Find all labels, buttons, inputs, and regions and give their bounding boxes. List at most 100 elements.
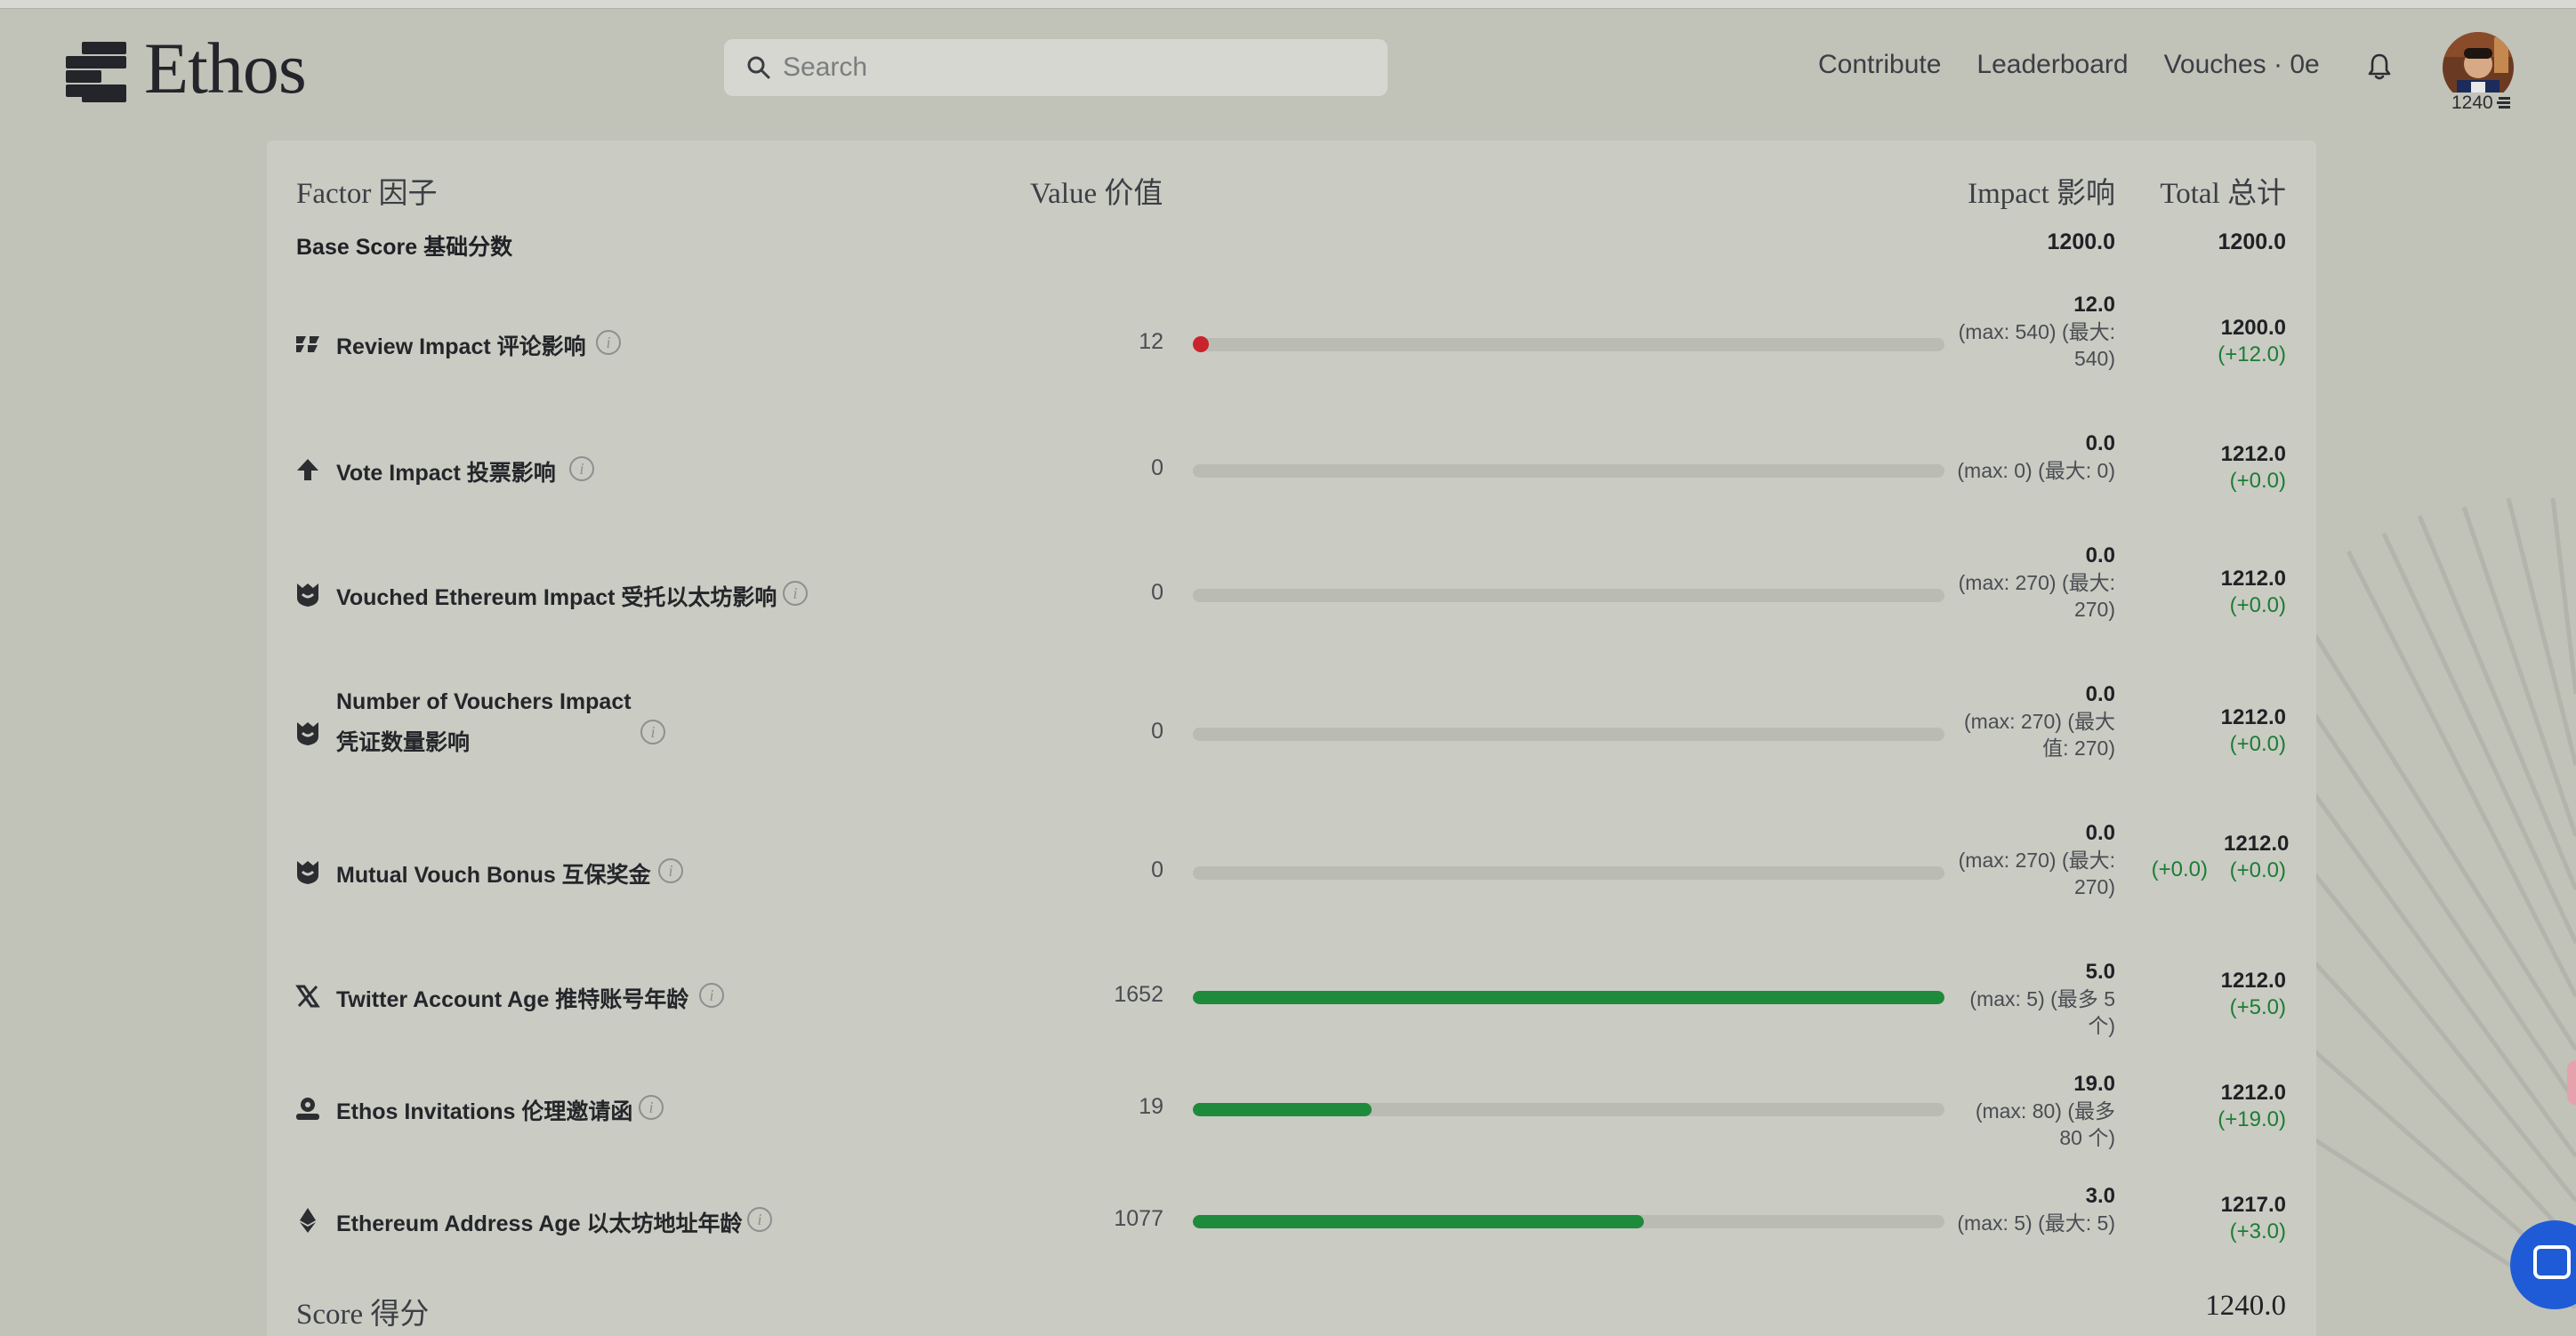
base-score-total: 1200.0 bbox=[2218, 229, 2286, 254]
total-value: 1212.0 bbox=[2220, 969, 2286, 993]
total-value: 1212.0 bbox=[2220, 567, 2286, 591]
x-twitter-icon bbox=[295, 985, 320, 1008]
total-delta: (+5.0) bbox=[2229, 995, 2286, 1019]
total-delta: (+12.0) bbox=[2218, 342, 2286, 366]
ethos-logo-icon bbox=[66, 36, 126, 102]
total-cell: 1212.0 (+5.0) bbox=[2153, 968, 2286, 1021]
ethos-logo[interactable]: Ethos bbox=[66, 32, 307, 105]
header-factor: Factor 因子 bbox=[296, 178, 438, 210]
search-bar[interactable] bbox=[724, 39, 1388, 96]
total-delta: (+0.0) bbox=[2229, 593, 2286, 617]
progress-dot bbox=[1193, 336, 1209, 352]
impact-value: 5.0 bbox=[2085, 960, 2115, 984]
factor-value: 1652 bbox=[1114, 982, 1163, 1007]
score-label: Score 得分 bbox=[296, 1299, 430, 1331]
header-impact: Impact 影响 bbox=[1968, 178, 2115, 210]
total-cell: 1200.0 (+12.0) bbox=[2153, 315, 2286, 368]
impact-cell: 5.0 (max: 5) (最多 5 个) bbox=[1955, 959, 2115, 1039]
impact-note: (max: 5) (最大: 5) bbox=[1957, 1211, 2115, 1235]
total-cell: 1212.0 (+0.0) bbox=[2153, 566, 2286, 619]
vouch-icon bbox=[297, 722, 318, 745]
progress-fill bbox=[1193, 1103, 1372, 1116]
total-delta: (+0.0) bbox=[2229, 469, 2286, 493]
info-icon[interactable]: i bbox=[640, 720, 665, 744]
total-value: 1212.0 bbox=[2220, 705, 2286, 729]
impact-note: (max: 540) (最大: 540) bbox=[1958, 320, 2115, 370]
impact-note: (max: 270) (最大: 270) bbox=[1958, 849, 2115, 898]
info-icon[interactable]: i bbox=[639, 1095, 664, 1120]
factor-label: Vouched Ethereum Impact 受托以太坊影响 bbox=[336, 585, 777, 610]
window-top-edge bbox=[0, 0, 2576, 9]
factor-value: 0 bbox=[1151, 857, 1163, 882]
impact-note: (max: 270) (最大值: 270) bbox=[1964, 710, 2115, 760]
factor-label: Ethos Invitations 伦理邀请函 bbox=[336, 1099, 633, 1124]
factor-value: 0 bbox=[1151, 580, 1163, 605]
total-delta: (+19.0) bbox=[2218, 1107, 2286, 1131]
factor-value: 1077 bbox=[1114, 1206, 1163, 1231]
ethereum-icon bbox=[300, 1208, 316, 1233]
total-cell: 1212.0 (+0.0) bbox=[2224, 831, 2290, 884]
progress-fill bbox=[1193, 991, 1944, 1004]
impact-value: 0.0 bbox=[2085, 821, 2115, 845]
vouch-icon bbox=[297, 583, 318, 607]
progress-track bbox=[1193, 338, 1944, 351]
impact-value: 0.0 bbox=[2085, 543, 2115, 567]
factor-value: 12 bbox=[1139, 329, 1163, 354]
progress-track bbox=[1193, 866, 1944, 880]
header-total: Total 总计 bbox=[2160, 178, 2286, 210]
factor-value: 0 bbox=[1151, 719, 1163, 744]
total-value: 1212.0 bbox=[2224, 832, 2290, 856]
nav-vouches[interactable]: Vouches · 0e bbox=[2164, 50, 2320, 80]
impact-cell: 0.0 (max: 270) (最大值: 270) bbox=[1955, 681, 2115, 761]
total-cell: 1212.0 (+0.0) bbox=[2153, 441, 2286, 495]
impact-value: 12.0 bbox=[2073, 293, 2115, 317]
progress-track bbox=[1193, 1103, 1944, 1116]
impact-value: 3.0 bbox=[2085, 1184, 2115, 1208]
base-score-label: Base Score 基础分数 bbox=[296, 235, 513, 260]
impact-cell: 19.0 (max: 80) (最多 80 个) bbox=[1955, 1071, 2115, 1151]
impact-value: 0.0 bbox=[2085, 682, 2115, 706]
total-cell: 1212.0 (+0.0) bbox=[2153, 704, 2286, 758]
sunburst-decoration bbox=[2313, 498, 2576, 1310]
base-score-impact: 1200.0 bbox=[2047, 229, 2115, 254]
total-value: 1212.0 bbox=[2220, 1081, 2286, 1105]
progress-track bbox=[1193, 464, 1944, 478]
impact-cell: 12.0 (max: 540) (最大: 540) bbox=[1955, 292, 2115, 372]
total-value: 1212.0 bbox=[2220, 442, 2286, 466]
side-tab[interactable] bbox=[2567, 1060, 2576, 1105]
info-icon[interactable]: i bbox=[747, 1207, 772, 1232]
factor-value: 0 bbox=[1151, 455, 1163, 480]
score-total: 1240.0 bbox=[2205, 1290, 2286, 1322]
avatar-score: 1240 bbox=[2448, 93, 2515, 114]
invitation-icon bbox=[296, 1098, 319, 1120]
info-icon[interactable]: i bbox=[596, 330, 621, 355]
progress-track bbox=[1193, 1215, 1944, 1228]
impact-cell: 3.0 (max: 5) (最大: 5) bbox=[1955, 1183, 2115, 1236]
info-icon[interactable]: i bbox=[658, 858, 683, 883]
impact-cell: 0.0 (max: 270) (最大: 270) bbox=[1955, 820, 2115, 900]
review-icon bbox=[296, 336, 319, 352]
total-delta: (+0.0) bbox=[2229, 732, 2286, 756]
factor-label: Ethereum Address Age 以太坊地址年龄 bbox=[336, 1211, 743, 1236]
top-nav: Contribute Leaderboard Vouches · 0e bbox=[1818, 50, 2320, 80]
impact-note: (max: 270) (最大: 270) bbox=[1958, 571, 2115, 621]
impact-note: (max: 5) (最多 5 个) bbox=[1969, 987, 2115, 1037]
total-delta: (+3.0) bbox=[2229, 1219, 2286, 1243]
progress-track bbox=[1193, 728, 1944, 741]
total-delta: (+0.0) bbox=[2229, 858, 2286, 882]
extra-delta: (+0.0) bbox=[2151, 857, 2208, 881]
info-icon[interactable]: i bbox=[783, 581, 808, 606]
bell-icon[interactable] bbox=[2366, 52, 2393, 82]
progress-track bbox=[1193, 589, 1944, 602]
search-input[interactable] bbox=[783, 52, 1352, 83]
impact-value: 0.0 bbox=[2085, 431, 2115, 455]
impact-value: 19.0 bbox=[2073, 1072, 2115, 1096]
info-icon[interactable]: i bbox=[569, 456, 594, 481]
nav-leaderboard[interactable]: Leaderboard bbox=[1976, 50, 2128, 80]
progress-track bbox=[1193, 991, 1944, 1004]
vouch-icon bbox=[297, 861, 318, 884]
info-icon[interactable]: i bbox=[699, 983, 724, 1008]
nav-contribute[interactable]: Contribute bbox=[1818, 50, 1941, 80]
arrow-up-icon bbox=[297, 459, 318, 480]
factor-label: Twitter Account Age 推特账号年龄 bbox=[336, 987, 689, 1012]
